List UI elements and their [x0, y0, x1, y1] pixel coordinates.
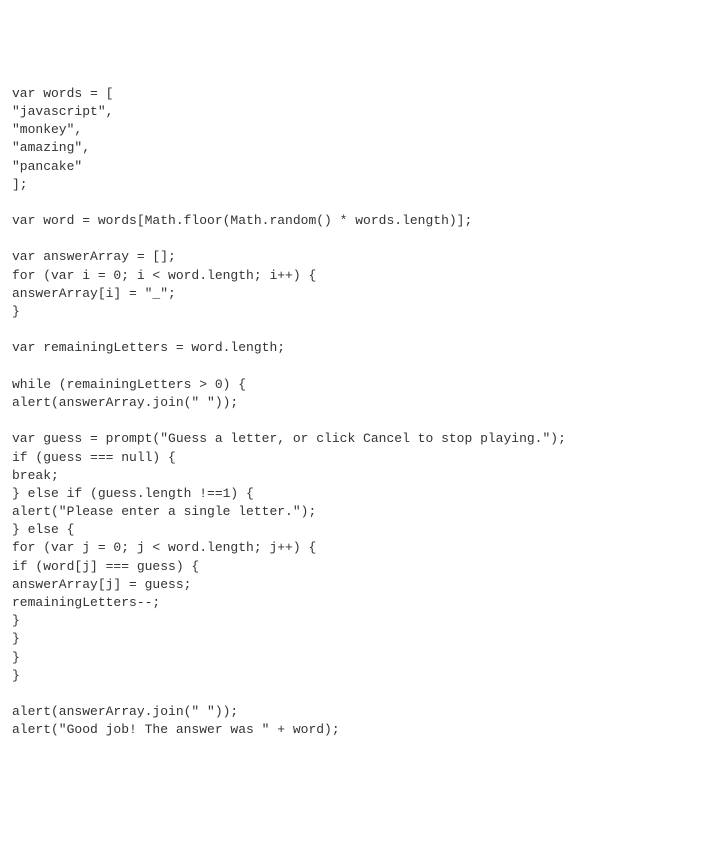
code-line: }: [12, 613, 20, 628]
code-line: for (var i = 0; i < word.length; i++) {: [12, 268, 316, 283]
code-line: var remainingLetters = word.length;: [12, 340, 285, 355]
code-line: answerArray[j] = guess;: [12, 577, 191, 592]
code-line: "pancake": [12, 159, 82, 174]
code-line: ];: [12, 177, 28, 192]
code-snippet: var words = [ "javascript", "monkey", "a…: [12, 85, 699, 740]
code-line: var word = words[Math.floor(Math.random(…: [12, 213, 472, 228]
code-line: } else {: [12, 522, 74, 537]
code-line: "javascript",: [12, 104, 113, 119]
code-line: }: [12, 650, 20, 665]
code-line: "amazing",: [12, 140, 90, 155]
code-line: }: [12, 631, 20, 646]
code-line: if (guess === null) {: [12, 450, 176, 465]
code-line: for (var j = 0; j < word.length; j++) {: [12, 540, 316, 555]
code-line: if (word[j] === guess) {: [12, 559, 199, 574]
code-line: var guess = prompt("Guess a letter, or c…: [12, 431, 566, 446]
code-line: break;: [12, 468, 59, 483]
code-line: "monkey",: [12, 122, 82, 137]
code-line: answerArray[i] = "_";: [12, 286, 176, 301]
code-line: var answerArray = [];: [12, 249, 176, 264]
code-line: alert(answerArray.join(" "));: [12, 704, 238, 719]
code-line: } else if (guess.length !==1) {: [12, 486, 254, 501]
code-line: alert(answerArray.join(" "));: [12, 395, 238, 410]
code-line: alert("Please enter a single letter.");: [12, 504, 316, 519]
code-line: alert("Good job! The answer was " + word…: [12, 722, 340, 737]
code-line: while (remainingLetters > 0) {: [12, 377, 246, 392]
code-line: var words = [: [12, 86, 113, 101]
code-line: }: [12, 668, 20, 683]
code-line: remainingLetters--;: [12, 595, 160, 610]
code-line: }: [12, 304, 20, 319]
